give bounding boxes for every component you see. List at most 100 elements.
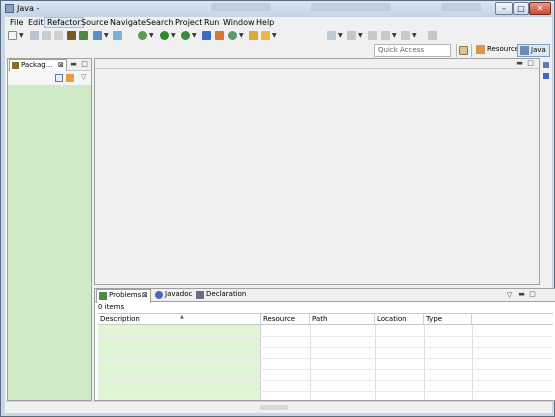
prev-annotation-icon[interactable]	[347, 31, 356, 40]
save-all-icon[interactable]	[42, 31, 51, 40]
maximize-view-icon[interactable]: □	[529, 291, 536, 298]
chevron-down-icon[interactable]: ▼	[149, 32, 154, 39]
blurred-title-segment	[441, 3, 481, 11]
menu-help[interactable]: Help	[254, 18, 276, 27]
new-icon[interactable]	[8, 31, 17, 40]
tab-declaration[interactable]: Declaration	[194, 289, 249, 302]
chevron-down-icon[interactable]: ▼	[19, 32, 24, 39]
view-menu-icon[interactable]: ▽	[506, 292, 513, 299]
column-header-path[interactable]: Path	[310, 314, 375, 325]
problems-table[interactable]: Description ▲ Resource Path Location Typ…	[98, 313, 553, 400]
quick-access-input[interactable]: Quick Access	[374, 44, 451, 57]
tab-label: Declaration	[206, 290, 247, 298]
annotation-icon[interactable]	[261, 31, 270, 40]
chevron-down-icon[interactable]: ▼	[358, 32, 363, 39]
print-icon[interactable]	[54, 31, 63, 40]
column-header-location[interactable]: Location	[375, 314, 424, 325]
row-divider	[98, 391, 553, 392]
package-explorer-tree[interactable]	[8, 85, 91, 400]
menu-navigate[interactable]: Navigate	[108, 18, 148, 27]
javadoc-icon	[155, 291, 163, 299]
problems-view: Problems ⊠ Javadoc Declaration ▽ ▬ □ 0 i…	[94, 288, 555, 401]
open-perspective-icon[interactable]	[459, 46, 468, 55]
java-icon	[5, 4, 14, 13]
task-list-icon[interactable]	[543, 73, 549, 79]
menu-edit[interactable]: Edit	[26, 18, 46, 27]
chevron-down-icon[interactable]: ▼	[272, 32, 277, 39]
minimize-view-icon[interactable]: ▬	[518, 291, 525, 298]
menu-file[interactable]: File	[8, 18, 25, 27]
close-icon[interactable]: ⊠	[142, 290, 148, 301]
new-java-class-icon[interactable]	[79, 31, 88, 40]
main-toolbar: ▼ ▼ ▼ ▼ ▼ ▼ ▼ ▼ ▼ ▼ ▼	[5, 29, 552, 43]
separator	[456, 44, 457, 57]
column-header-filler	[472, 314, 553, 325]
sort-caret-icon: ▲	[180, 314, 184, 320]
perspective-resource[interactable]: Resource	[474, 44, 522, 57]
close-button[interactable]: ✕	[529, 2, 551, 15]
run-external-icon[interactable]	[181, 31, 190, 40]
row-divider	[98, 380, 553, 381]
maximize-button[interactable]: □	[513, 2, 529, 15]
chevron-down-icon[interactable]: ▼	[239, 32, 244, 39]
editor-area[interactable]: ▬ □	[94, 58, 540, 285]
workbench-area: Packag... ⊠ ▬ □ ▽ ▬ □ Problems ⊠ Javadoc…	[5, 58, 555, 401]
perspective-java[interactable]: Java	[517, 44, 550, 57]
menu-source[interactable]: Source	[79, 18, 110, 27]
chevron-down-icon[interactable]: ▼	[171, 32, 176, 39]
column-header-resource[interactable]: Resource	[261, 314, 310, 325]
chevron-down-icon[interactable]: ▼	[412, 32, 417, 39]
open-type-icon[interactable]	[202, 31, 211, 40]
open-task-icon[interactable]	[113, 31, 122, 40]
tab-javadoc[interactable]: Javadoc	[153, 289, 195, 302]
view-menu-icon[interactable]: ▽	[81, 73, 86, 81]
chevron-down-icon[interactable]: ▼	[392, 32, 397, 39]
new-element-icon[interactable]	[228, 31, 237, 40]
tab-label: Packag...	[21, 61, 53, 69]
maximize-view-icon[interactable]: □	[81, 61, 88, 68]
package-explorer-view: Packag... ⊠ ▬ □ ▽	[7, 58, 92, 401]
link-with-editor-icon[interactable]	[66, 74, 74, 82]
back-icon[interactable]	[381, 31, 390, 40]
run-icon[interactable]	[160, 31, 169, 40]
column-header-type[interactable]: Type	[424, 314, 472, 325]
menu-search[interactable]: Search	[144, 18, 175, 27]
window-title: Java -	[17, 4, 40, 13]
save-icon[interactable]	[30, 31, 39, 40]
hierarchy-icon[interactable]	[215, 31, 224, 40]
debug-icon[interactable]	[138, 31, 147, 40]
problems-count: 0 items	[98, 303, 125, 311]
package-explorer-toolbar: ▽	[8, 71, 91, 85]
minimize-editor-icon[interactable]: ▬	[516, 60, 523, 67]
tab-package-explorer[interactable]: Packag... ⊠	[9, 59, 67, 71]
quick-access-bar: Quick Access Resource Java	[5, 43, 552, 58]
new-java-package-icon[interactable]	[67, 31, 76, 40]
forward-icon[interactable]	[401, 31, 410, 40]
minimize-button[interactable]: –	[495, 2, 513, 15]
row-divider	[98, 336, 553, 337]
editor-tabbar: ▬ □	[95, 59, 539, 69]
column-header-description[interactable]: Description ▲	[98, 314, 261, 325]
next-annotation-icon[interactable]	[327, 31, 336, 40]
task-icon[interactable]	[93, 31, 102, 40]
menu-project[interactable]: Project	[173, 18, 204, 27]
row-divider	[98, 358, 553, 359]
resource-perspective-icon	[476, 45, 485, 54]
menu-refactor[interactable]: Refactor	[44, 17, 84, 28]
chevron-down-icon[interactable]: ▼	[192, 32, 197, 39]
search-icon[interactable]	[249, 31, 258, 40]
chevron-down-icon[interactable]: ▼	[104, 32, 109, 39]
last-edit-icon[interactable]	[368, 31, 377, 40]
maximize-editor-icon[interactable]: □	[527, 60, 534, 67]
outline-icon[interactable]	[543, 62, 549, 68]
minimize-view-icon[interactable]: ▬	[70, 61, 77, 68]
blurred-title-segment	[311, 3, 391, 11]
chevron-down-icon[interactable]: ▼	[338, 32, 343, 39]
menu-run[interactable]: Run	[202, 18, 221, 27]
collapse-all-icon[interactable]	[55, 74, 63, 82]
problems-icon	[99, 292, 107, 300]
menu-window[interactable]: Window	[221, 18, 257, 27]
pin-icon[interactable]	[428, 31, 437, 40]
close-icon[interactable]: ⊠	[58, 60, 64, 70]
tab-problems[interactable]: Problems ⊠	[96, 289, 151, 303]
